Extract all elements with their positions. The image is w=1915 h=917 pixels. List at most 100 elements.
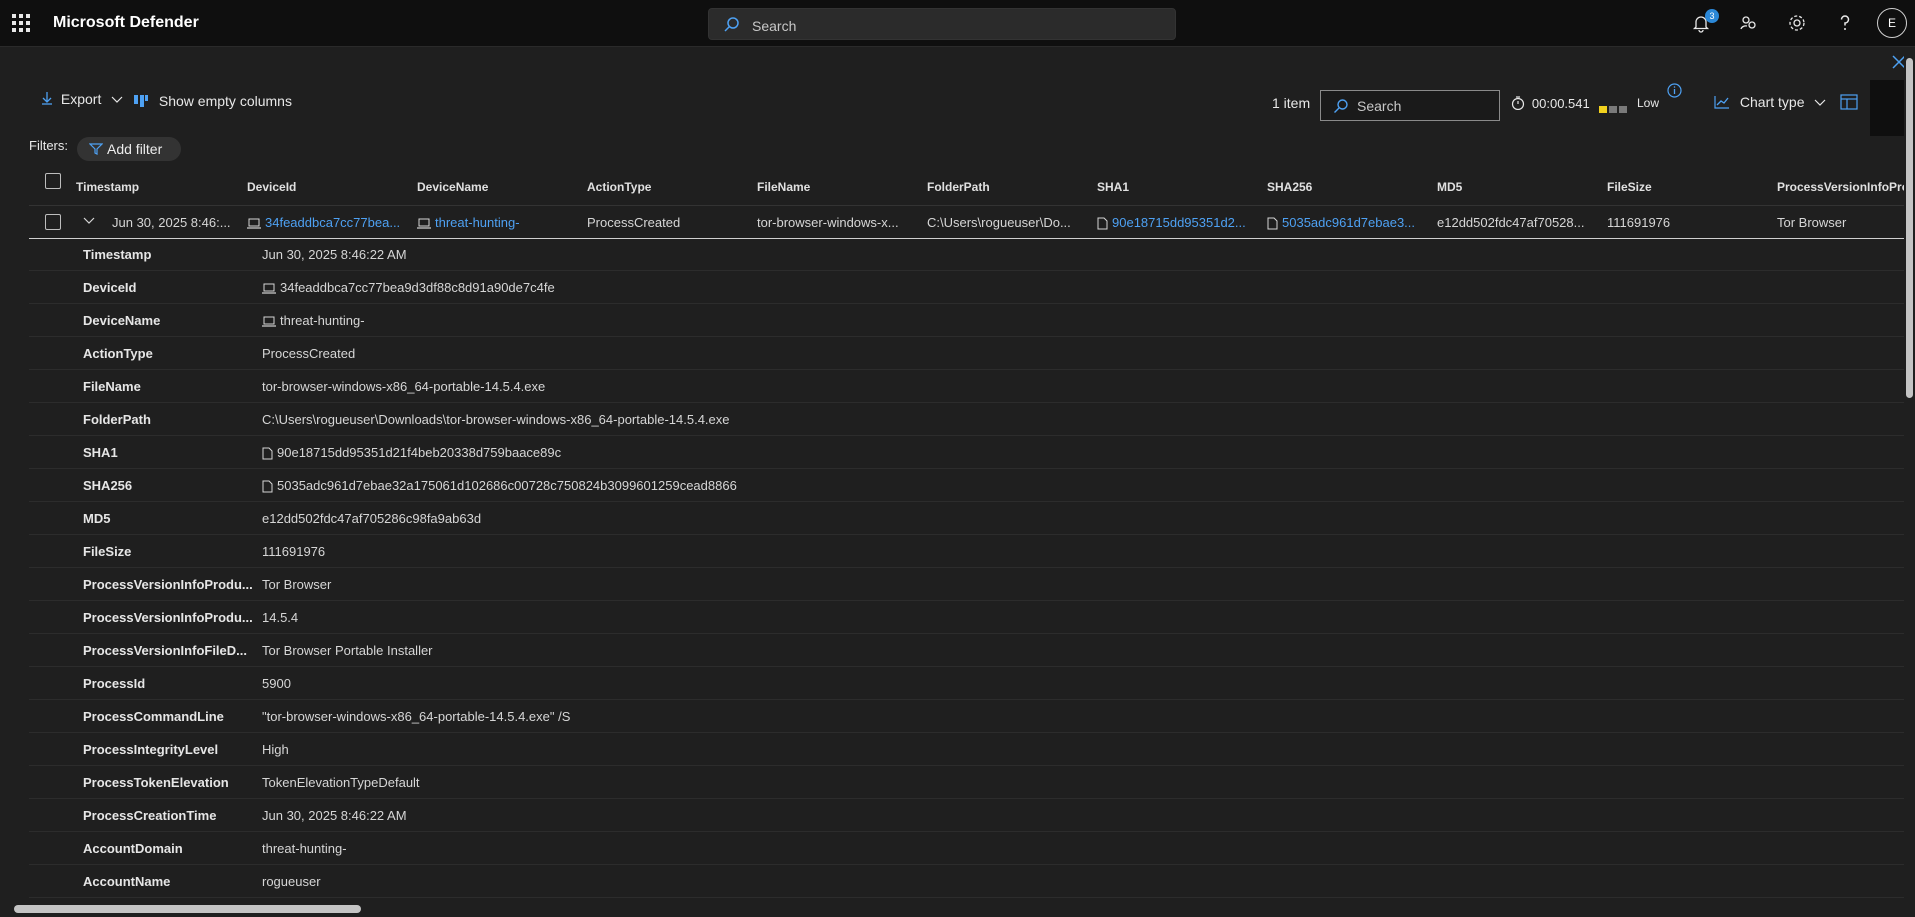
- file-icon: [262, 447, 273, 460]
- cell-sha1[interactable]: 90e18715dd95351d2...: [1097, 206, 1257, 239]
- detail-value: tor-browser-windows-x86_64-portable-14.5…: [262, 370, 545, 403]
- horizontal-scrollbar[interactable]: [0, 903, 1904, 915]
- detail-value[interactable]: 90e18715dd95351d21f4beb20338d759baace89c: [262, 436, 561, 469]
- detail-value: Tor Browser Portable Installer: [262, 634, 433, 667]
- column-header-md5[interactable]: MD5: [1437, 168, 1597, 206]
- results-search-placeholder: Search: [1357, 98, 1402, 114]
- detail-value-text: TokenElevationTypeDefault: [262, 775, 420, 790]
- chevron-down-icon[interactable]: [83, 217, 95, 225]
- column-header-filesize[interactable]: FileSize: [1607, 168, 1767, 206]
- cell-sha256-value[interactable]: 5035adc961d7ebae3...: [1282, 215, 1415, 230]
- cell-folderpath: C:\Users\rogueuser\Do...: [927, 215, 1071, 230]
- table-row[interactable]: Jun 30, 2025 8:46:... 34feaddbca7cc77bea…: [29, 206, 1905, 239]
- detail-key: SHA256: [83, 478, 133, 493]
- app-title[interactable]: Microsoft Defender: [53, 14, 199, 32]
- global-search-box[interactable]: Search: [708, 8, 1176, 40]
- app-launcher-icon[interactable]: [12, 14, 30, 32]
- detail-value-text: 111691976: [262, 544, 326, 559]
- cell-devicename-value[interactable]: threat-hunting-: [435, 215, 520, 230]
- detail-key: ProcessVersionInfoFileD...: [83, 643, 247, 658]
- columns-icon: [134, 95, 148, 107]
- cell-deviceid[interactable]: 34feaddbca7cc77bea...: [247, 206, 407, 239]
- detail-row: SHA256 5035adc961d7ebae32a175061d102686c0…: [29, 469, 1905, 502]
- detail-value[interactable]: 5035adc961d7ebae32a175061d102686c00728c7…: [262, 469, 737, 502]
- column-header-processversioninfoproduct[interactable]: ProcessVersionInfoProd: [1777, 168, 1905, 206]
- export-button[interactable]: Export: [41, 91, 123, 107]
- show-empty-columns-button[interactable]: Show empty columns: [133, 93, 292, 109]
- detail-key: FileSize: [83, 544, 132, 559]
- detail-value-text[interactable]: 5035adc961d7ebae32a175061d102686c00728c7…: [277, 478, 737, 493]
- global-search-placeholder[interactable]: Search: [752, 18, 796, 34]
- column-settings-icon[interactable]: [1840, 94, 1858, 110]
- detail-value: threat-hunting-: [262, 832, 347, 865]
- detail-row: Timestamp Jun 30, 2025 8:46:22 AM: [29, 238, 1905, 271]
- user-avatar[interactable]: E: [1877, 8, 1907, 38]
- detail-key: ActionType: [83, 346, 153, 361]
- detail-value-text: e12dd502fdc47af705286c98fa9ab63d: [262, 511, 482, 526]
- detail-key: FolderPath: [83, 412, 151, 427]
- column-header-actiontype[interactable]: ActionType: [587, 168, 747, 206]
- detail-value: "tor-browser-windows-x86_64-portable-14.…: [262, 700, 570, 733]
- show-empty-columns-label: Show empty columns: [158, 93, 292, 109]
- cell-sha256[interactable]: 5035adc961d7ebae3...: [1267, 206, 1427, 239]
- detail-row: AccountName rogueuser: [29, 865, 1905, 898]
- column-header-filename[interactable]: FileName: [757, 168, 917, 206]
- detail-value[interactable]: threat-hunting-: [262, 304, 365, 337]
- column-header-timestamp[interactable]: Timestamp: [76, 168, 236, 206]
- detail-value: 14.5.4: [262, 601, 298, 634]
- community-icon[interactable]: [1738, 12, 1760, 34]
- detail-value-text: threat-hunting-: [262, 841, 347, 856]
- chart-type-label: Chart type: [1739, 94, 1805, 110]
- detail-value-text: Jun 30, 2025 8:46:22 AM: [262, 247, 407, 262]
- help-icon[interactable]: [1834, 12, 1856, 34]
- add-filter-button[interactable]: Add filter: [77, 137, 181, 161]
- column-header-deviceid[interactable]: DeviceId: [247, 168, 407, 206]
- column-header-devicename[interactable]: DeviceName: [417, 168, 577, 206]
- chevron-down-icon: [111, 96, 123, 103]
- column-header-folderpath[interactable]: FolderPath: [927, 168, 1087, 206]
- column-header-sha256[interactable]: SHA256: [1267, 168, 1427, 206]
- info-icon[interactable]: [1667, 83, 1682, 98]
- detail-row: ProcessVersionInfoProdu... 14.5.4: [29, 601, 1905, 634]
- detail-row: FolderPath C:\Users\rogueuser\Downloads\t…: [29, 403, 1905, 436]
- detail-value-text[interactable]: threat-hunting-: [280, 313, 365, 328]
- detail-row: SHA1 90e18715dd95351d21f4beb20338d759baac…: [29, 436, 1905, 469]
- detail-value-text: 5900: [262, 676, 291, 691]
- detail-row: ProcessVersionInfoFileD... Tor Browser Po…: [29, 634, 1905, 667]
- side-panel-toggle[interactable]: [1840, 80, 1905, 136]
- cell-sha1-value[interactable]: 90e18715dd95351d2...: [1112, 215, 1246, 230]
- column-header-sha1[interactable]: SHA1: [1097, 168, 1257, 206]
- detail-row: ActionType ProcessCreated: [29, 337, 1905, 370]
- detail-value-text[interactable]: 34feaddbca7cc77bea9d3df88c8d91a90de7c4fe: [280, 280, 555, 295]
- select-all-checkbox[interactable]: [45, 173, 61, 189]
- cell-timestamp: Jun 30, 2025 8:46:...: [112, 215, 231, 230]
- results-toolbar: Export Show empty columns 1 item Search …: [0, 80, 1905, 125]
- vertical-scrollbar[interactable]: [1904, 50, 1915, 908]
- detail-value-text: High: [262, 742, 289, 757]
- detail-value-text: ProcessCreated: [262, 346, 356, 361]
- chevron-down-icon: [1814, 99, 1826, 106]
- add-filter-label: Add filter: [107, 141, 163, 157]
- detail-key: ProcessTokenElevation: [83, 775, 229, 790]
- row-checkbox[interactable]: [45, 214, 61, 230]
- results-search-input[interactable]: Search: [1320, 90, 1500, 121]
- detail-key: DeviceName: [83, 313, 161, 328]
- detail-value-text[interactable]: 90e18715dd95351d21f4beb20338d759baace89c: [277, 445, 561, 460]
- detail-value-text: C:\Users\rogueuser\Downloads\tor-browser…: [262, 412, 730, 427]
- chart-type-button[interactable]: Chart type: [1714, 94, 1826, 110]
- detail-value: Jun 30, 2025 8:46:22 AM: [262, 238, 407, 271]
- detail-row: ProcessCommandLine "tor-browser-windows-x…: [29, 700, 1905, 733]
- detail-value: Jun 30, 2025 8:46:22 AM: [262, 799, 407, 832]
- detail-key: ProcessCommandLine: [83, 709, 224, 724]
- detail-value[interactable]: 34feaddbca7cc77bea9d3df88c8d91a90de7c4fe: [262, 271, 555, 304]
- detail-value-text: rogueuser: [262, 874, 321, 889]
- cell-md5: e12dd502fdc47af70528...: [1437, 215, 1585, 230]
- cell-deviceid-value[interactable]: 34feaddbca7cc77bea...: [265, 215, 400, 230]
- horizontal-scroll-thumb[interactable]: [14, 905, 361, 913]
- cell-devicename[interactable]: threat-hunting-: [417, 206, 577, 239]
- gear-icon[interactable]: [1786, 12, 1808, 34]
- detail-key: MD5: [83, 511, 111, 526]
- line-chart-icon: [1714, 96, 1729, 109]
- detail-row: ProcessId 5900: [29, 667, 1905, 700]
- vertical-scroll-thumb[interactable]: [1906, 58, 1913, 398]
